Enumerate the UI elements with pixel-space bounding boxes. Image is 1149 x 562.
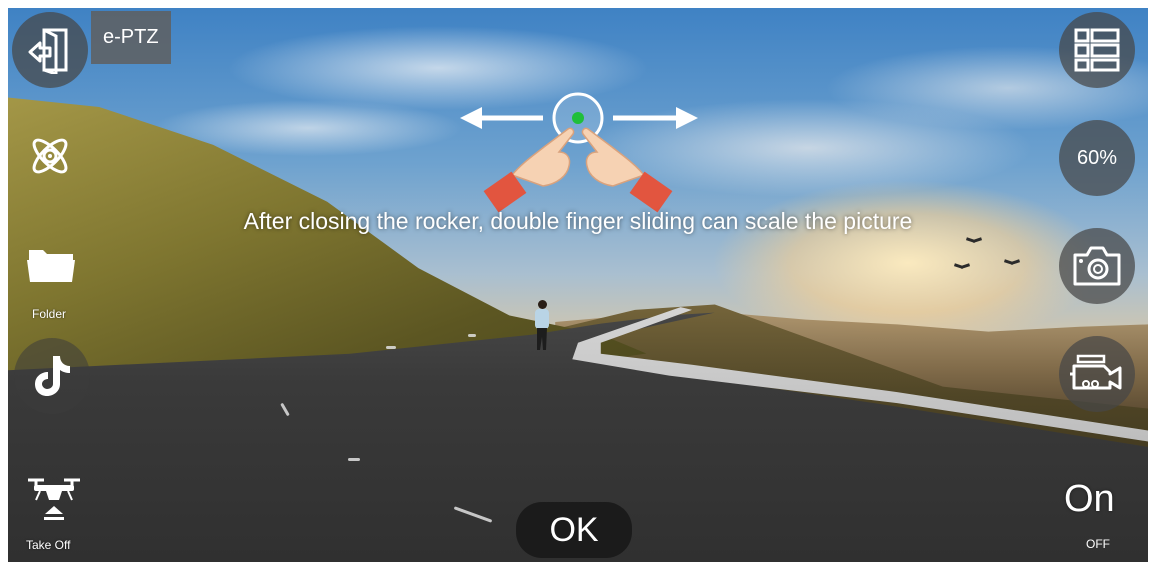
road-marking [348, 458, 360, 461]
runner [533, 300, 551, 352]
takeoff-button[interactable] [24, 474, 84, 531]
gesture-hint-text: After closing the rocker, double finger … [243, 208, 913, 234]
toggle-on-button[interactable]: On [1064, 478, 1115, 521]
rocker-toggle-button[interactable] [26, 132, 74, 185]
tiktok-icon [35, 356, 70, 396]
photo-button[interactable] [1059, 228, 1135, 304]
bird [1004, 262, 1020, 268]
video-camera-icon [1070, 354, 1122, 390]
drone-takeoff-icon [28, 478, 80, 520]
road-marking [386, 346, 396, 349]
exit-door-icon [28, 28, 68, 74]
camera-icon [1073, 246, 1121, 286]
folder-label: Folder [32, 307, 67, 321]
drone-rocker-icon [32, 138, 68, 174]
list-menu-icon [1074, 28, 1120, 72]
road-marking [468, 334, 476, 337]
camera-screen: e-PTZ Folder Take Off After closing the … [8, 8, 1148, 562]
takeoff-label: Take Off [26, 538, 71, 552]
ok-button[interactable]: OK [516, 502, 632, 558]
record-button[interactable] [1059, 336, 1135, 412]
folder-button[interactable] [26, 244, 76, 289]
zoom-button[interactable]: 60% [1059, 120, 1135, 196]
bird [966, 240, 982, 246]
eptz-label: e-PTZ [103, 26, 159, 48]
folder-icon [27, 250, 75, 282]
toggle-off-label: OFF [1086, 537, 1110, 551]
two-finger-pinch-icon [460, 92, 698, 213]
menu-button[interactable] [1059, 12, 1135, 88]
eptz-button[interactable]: e-PTZ [91, 11, 171, 64]
exit-button[interactable] [12, 12, 88, 88]
tiktok-button[interactable] [14, 338, 90, 414]
bird [954, 266, 970, 272]
zoom-level: 60% [1076, 146, 1118, 169]
pinch-gesture-hint [448, 83, 708, 213]
